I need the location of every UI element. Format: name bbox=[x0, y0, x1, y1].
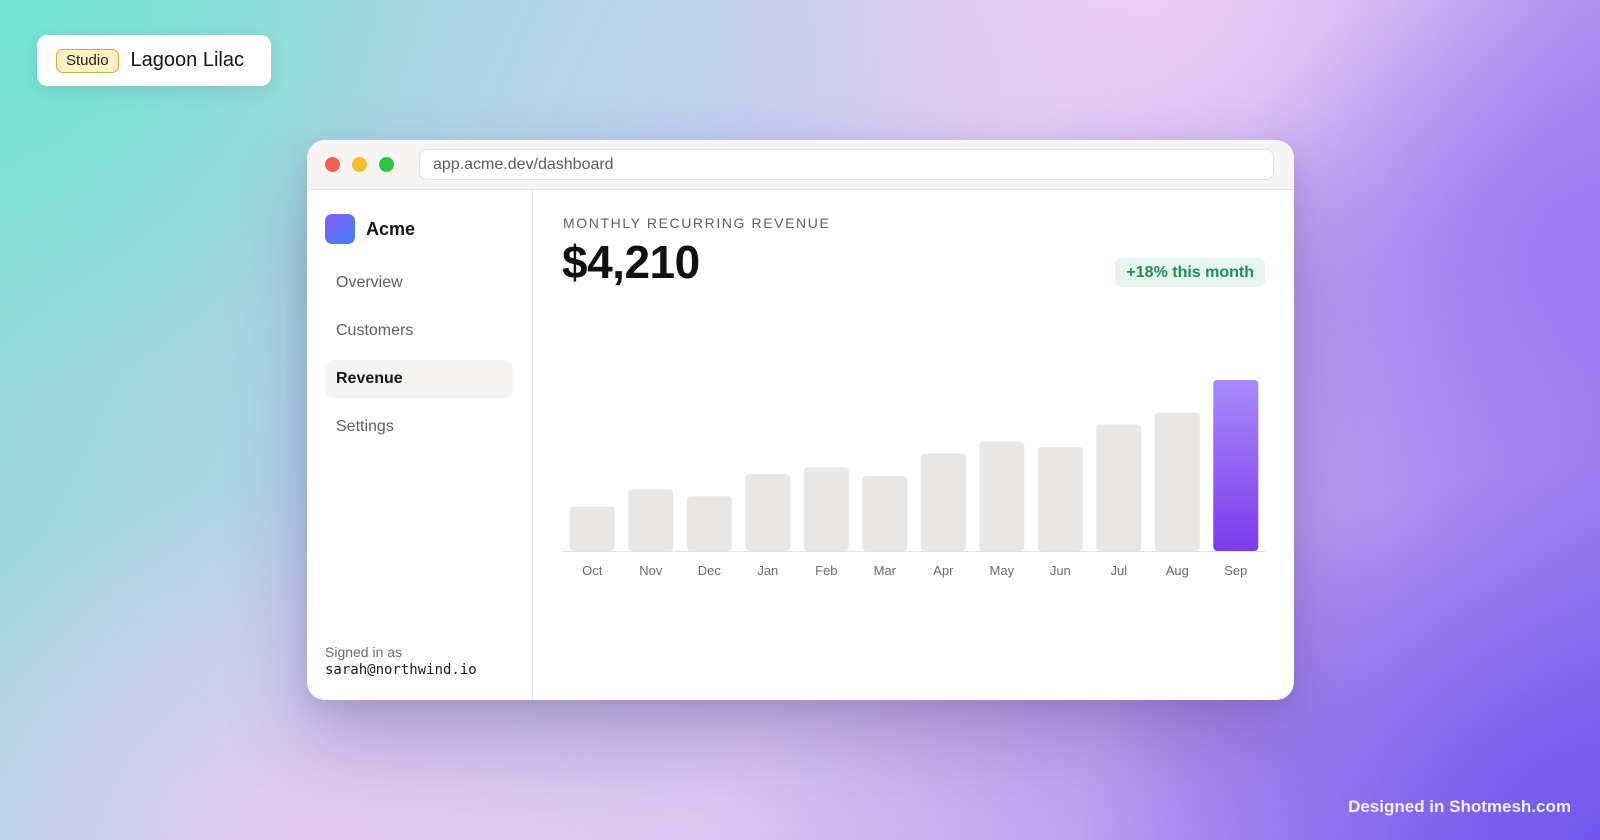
chart-bar-sep bbox=[1213, 380, 1259, 551]
chart-x-tick-label: Sep bbox=[1224, 563, 1247, 578]
window-titlebar: app.acme.dev/dashboard bbox=[307, 140, 1294, 190]
sidebar-item-overview[interactable]: Overview bbox=[325, 264, 513, 302]
chart-x-tick-label: Oct bbox=[582, 563, 603, 578]
brand[interactable]: Acme bbox=[325, 214, 415, 244]
metric-value: $4,210 bbox=[562, 236, 700, 288]
chart-x-tick-label: Jan bbox=[757, 563, 778, 578]
close-window-button[interactable] bbox=[325, 157, 340, 172]
sidebar-item-label: Customers bbox=[336, 322, 414, 339]
chart-x-tick-label: Apr bbox=[933, 563, 954, 578]
chart-x-tick-label: Dec bbox=[698, 563, 722, 578]
sidebar-item-customers[interactable]: Customers bbox=[325, 312, 513, 350]
theme-title: Lagoon Lilac bbox=[130, 49, 244, 71]
address-url: app.acme.dev/dashboard bbox=[433, 155, 614, 173]
minimize-window-button[interactable] bbox=[352, 157, 367, 172]
brand-name: Acme bbox=[366, 218, 416, 239]
chart-bar-apr bbox=[920, 453, 966, 551]
chart-bar-feb bbox=[803, 467, 849, 551]
chart-bar-jun bbox=[1037, 446, 1083, 551]
chart-bar-aug bbox=[1154, 412, 1200, 551]
sidebar: Acme Overview Customers Revenue Settings… bbox=[307, 190, 533, 700]
chart-bar-oct bbox=[569, 506, 615, 551]
studio-badge: Studio bbox=[56, 48, 119, 73]
chart-x-tick-label: Jun bbox=[1050, 563, 1071, 578]
brand-logo-icon bbox=[325, 214, 355, 244]
revenue-chart: Oct Nov Dec Jan Feb Mar Apr May Jun Jul Aug Sep bbox=[563, 340, 1265, 590]
sidebar-item-label: Overview bbox=[336, 274, 403, 291]
signed-in-label: Signed in as bbox=[325, 644, 403, 660]
revenue-chart-svg: Oct Nov Dec Jan Feb Mar Apr May Jun Jul Aug Sep bbox=[563, 380, 1265, 578]
credit-text: Designed in Shotmesh.com bbox=[1348, 797, 1571, 816]
chart-bar-jan bbox=[745, 474, 791, 552]
signed-in-email: sarah@northwind.io bbox=[325, 662, 477, 678]
chart-bar-nov bbox=[628, 489, 674, 551]
theme-card: Studio Lagoon Lilac bbox=[37, 35, 271, 86]
chart-bar-mar bbox=[862, 475, 908, 551]
chart-bar-jul bbox=[1096, 424, 1142, 551]
chart-x-tick-label: Nov bbox=[639, 563, 663, 578]
address-bar[interactable]: app.acme.dev/dashboard bbox=[419, 149, 1274, 180]
chart-x-tick-label: Jul bbox=[1110, 563, 1127, 578]
chart-bar-may bbox=[979, 441, 1025, 551]
delta-badge: +18% this month bbox=[1115, 258, 1265, 287]
browser-window: app.acme.dev/dashboard Acme Overview Cus… bbox=[307, 140, 1294, 700]
sidebar-item-label: Revenue bbox=[336, 370, 403, 387]
chart-x-tick-label: May bbox=[990, 563, 1015, 578]
sidebar-nav: Overview Customers Revenue Settings bbox=[325, 264, 513, 456]
chart-x-tick-label: Aug bbox=[1166, 563, 1189, 578]
metric-label: MONTHLY RECURRING REVENUE bbox=[563, 215, 831, 231]
chart-x-tick-label: Mar bbox=[874, 563, 897, 578]
sidebar-item-revenue[interactable]: Revenue bbox=[325, 360, 513, 398]
chart-bar-dec bbox=[686, 496, 732, 551]
main-content: MONTHLY RECURRING REVENUE $4,210 +18% th… bbox=[533, 190, 1294, 700]
sidebar-item-settings[interactable]: Settings bbox=[325, 408, 513, 446]
sidebar-item-label: Settings bbox=[336, 418, 394, 435]
maximize-window-button[interactable] bbox=[379, 157, 394, 172]
chart-x-tick-label: Feb bbox=[815, 563, 837, 578]
